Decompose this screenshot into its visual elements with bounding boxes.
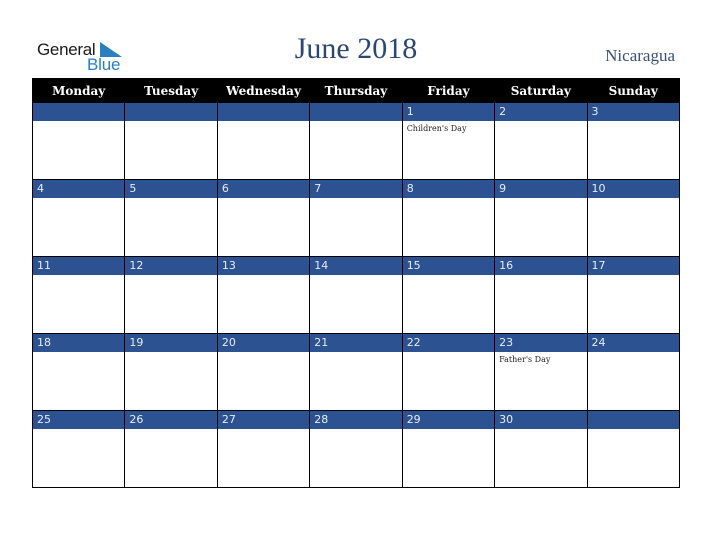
week-row: 11 12 13 14 15 16 17 (31, 256, 681, 334)
weekday-header-row: Monday Tuesday Wednesday Thursday Friday Satu… (31, 78, 681, 103)
day-number: 15 (402, 257, 495, 275)
week-row: 18 19 20 21 22 23 Father's Day 24 (31, 333, 681, 411)
day-number: 26 (125, 411, 217, 429)
day-number: 30 (495, 411, 587, 429)
day-cell[interactable] (309, 102, 403, 180)
day-cell[interactable]: 29 (401, 410, 496, 488)
day-number: 29 (402, 411, 495, 429)
week-row: 25 26 27 28 29 30 (31, 410, 681, 488)
holiday-label: Father's Day (499, 355, 551, 364)
day-number: 8 (402, 180, 495, 198)
day-number: 22 (402, 334, 495, 352)
day-cell[interactable]: 17 (586, 256, 681, 334)
week-row: 4 5 6 7 8 9 10 (31, 179, 681, 257)
day-cell[interactable]: 11 (31, 256, 126, 334)
day-cell[interactable] (31, 102, 126, 180)
calendar-grid: Monday Tuesday Wednesday Thursday Friday Satu… (31, 78, 681, 488)
day-number (125, 103, 217, 121)
day-number: 27 (217, 411, 310, 429)
day-number: 14 (310, 257, 402, 275)
day-number: 23 (495, 334, 587, 352)
day-number (587, 411, 679, 429)
day-cell[interactable]: 26 (124, 410, 218, 488)
weekday-header-friday: Friday (401, 78, 496, 103)
day-cell[interactable]: 28 (309, 410, 403, 488)
day-cell[interactable]: 13 (216, 256, 311, 334)
day-number: 12 (125, 257, 217, 275)
day-cell[interactable]: 22 (401, 333, 496, 411)
day-cell[interactable]: 9 (494, 179, 588, 257)
day-cell[interactable]: 2 (494, 102, 588, 180)
day-number (310, 103, 402, 121)
week-row: 1 Children's Day 2 3 (31, 102, 681, 180)
day-cell[interactable]: 10 (586, 179, 681, 257)
day-cell[interactable]: 5 (124, 179, 218, 257)
day-number (33, 103, 125, 121)
day-cell[interactable]: 3 (586, 102, 681, 180)
day-cell[interactable]: 1 Children's Day (401, 102, 496, 180)
weekday-header-wednesday: Wednesday (216, 78, 311, 103)
day-number: 2 (495, 103, 587, 121)
country-label: Nicaragua (605, 46, 675, 65)
day-number: 10 (587, 180, 679, 198)
day-number: 4 (33, 180, 125, 198)
weekday-header-thursday: Thursday (309, 78, 403, 103)
day-number: 16 (495, 257, 587, 275)
day-cell[interactable]: 27 (216, 410, 311, 488)
day-cell[interactable]: 16 (494, 256, 588, 334)
day-cell[interactable]: 4 (31, 179, 126, 257)
day-cell[interactable]: 7 (309, 179, 403, 257)
day-cell[interactable]: 23 Father's Day (494, 333, 588, 411)
day-number: 17 (587, 257, 679, 275)
day-cell[interactable]: 30 (494, 410, 588, 488)
day-cell[interactable]: 6 (216, 179, 311, 257)
day-cell[interactable]: 19 (124, 333, 218, 411)
day-number: 20 (217, 334, 310, 352)
day-cell[interactable]: 18 (31, 333, 126, 411)
day-cell[interactable] (216, 102, 311, 180)
day-number: 19 (125, 334, 217, 352)
day-cell[interactable]: 21 (309, 333, 403, 411)
day-number: 28 (310, 411, 402, 429)
holiday-label: Children's Day (406, 124, 467, 133)
day-cell[interactable]: 20 (216, 333, 311, 411)
day-cell[interactable]: 14 (309, 256, 403, 334)
day-number: 25 (33, 411, 125, 429)
day-number: 9 (495, 180, 587, 198)
day-number: 6 (217, 180, 310, 198)
day-number: 3 (587, 103, 679, 121)
day-cell[interactable]: 12 (124, 256, 218, 334)
day-cell[interactable]: 15 (401, 256, 496, 334)
day-number: 7 (310, 180, 402, 198)
day-cell[interactable] (124, 102, 218, 180)
weekday-header-monday: Monday (31, 78, 126, 103)
day-number: 13 (217, 257, 310, 275)
weekday-header-sunday: Sunday (586, 78, 681, 103)
day-number: 18 (33, 334, 125, 352)
day-cell[interactable]: 8 (401, 179, 496, 257)
weekday-header-saturday: Saturday (494, 78, 588, 103)
day-number: 24 (587, 334, 679, 352)
day-number: 21 (310, 334, 402, 352)
weekday-header-tuesday: Tuesday (124, 78, 218, 103)
day-cell[interactable] (586, 410, 681, 488)
day-number: 11 (33, 257, 125, 275)
day-cell[interactable]: 24 (586, 333, 681, 411)
day-number (217, 103, 310, 121)
day-cell[interactable]: 25 (31, 410, 126, 488)
day-number: 1 (402, 103, 495, 121)
day-number: 5 (125, 180, 217, 198)
